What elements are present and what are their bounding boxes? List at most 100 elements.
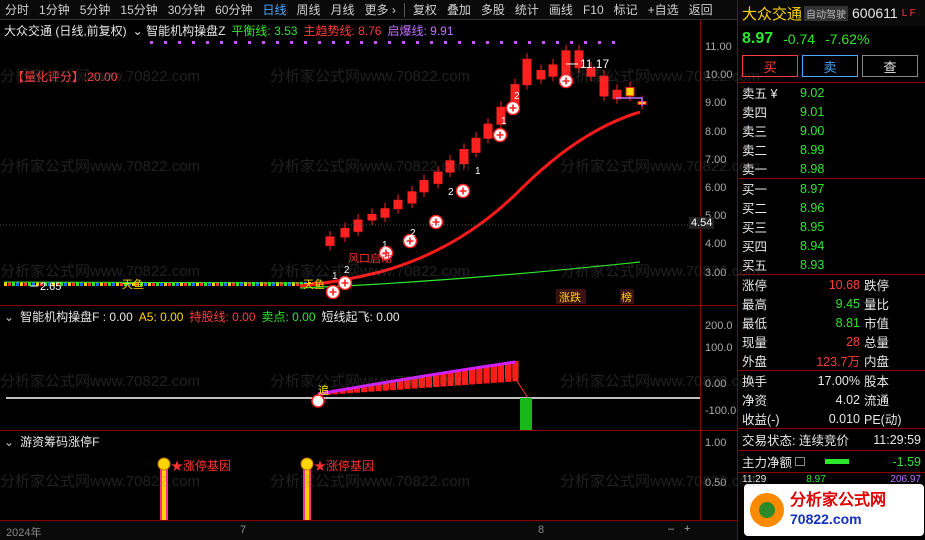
candle-body — [419, 180, 429, 193]
bang-label: 榜 — [621, 290, 632, 304]
sell-row[interactable]: 卖一 8.98 — [738, 159, 925, 178]
buy-row[interactable]: 买二 8.96 — [738, 198, 925, 217]
zoom-out-icon[interactable]: – — [668, 523, 674, 535]
candle-body — [407, 191, 417, 204]
candle-body — [471, 137, 481, 153]
sell-row[interactable]: 卖三 9.00 — [738, 121, 925, 140]
buy-price: 8.96 — [800, 200, 825, 215]
sell-label: 卖四 — [742, 106, 768, 120]
sub1-maidian-value: 卖点: 0.00 — [261, 310, 316, 324]
zoom-in-icon[interactable]: + — [684, 523, 690, 535]
query-button[interactable]: 查 — [862, 55, 918, 77]
sub1-a5-value: A5: 0.00 — [138, 309, 184, 324]
buy-label: 买四 — [742, 240, 768, 254]
stat-label-right: 市值 — [864, 317, 890, 331]
sell-row[interactable]: 卖四 9.01 — [738, 102, 925, 121]
qibao-dot — [192, 41, 195, 44]
toolbar-item[interactable]: 60分钟 — [210, 0, 257, 20]
sell-row[interactable]: 卖二 8.99 — [738, 140, 925, 159]
buy-row[interactable]: 买五 8.93 — [738, 255, 925, 274]
candle-body — [625, 86, 635, 97]
toolbar-item[interactable]: 复权 — [408, 0, 442, 20]
price-axis-label: 10.00 — [705, 69, 733, 82]
qibao-dot — [612, 41, 615, 44]
toolbar-item[interactable]: 1分钟 — [34, 0, 75, 20]
toolbar-item[interactable]: 月线 — [326, 0, 360, 20]
sub2-selector[interactable]: ⌄ — [4, 435, 14, 449]
main-fund-value: -1.59 — [892, 454, 922, 469]
candle-body — [536, 70, 546, 80]
stats-block-2: 换手 17.00% 股本 净资 4.02 流通 收益(-) 0.010 PE(动) — [738, 370, 925, 428]
kline-svg[interactable]: 11.172.65风口启动天鱼 天鱼涨跌 榜12122112 — [0, 20, 700, 305]
stat-value: 8.81 — [835, 315, 860, 330]
sub-axis-label: 0.00 — [705, 378, 727, 390]
toolbar-item[interactable]: 返回 — [684, 0, 718, 20]
buy-label: 买二 — [742, 202, 768, 216]
sub1-selector[interactable]: ⌄ — [4, 310, 14, 324]
crosshair-price-tag: 4.54 — [689, 217, 715, 229]
buy-row[interactable]: 买一 8.97 — [738, 179, 925, 198]
toolbar-item[interactable]: 15分钟 — [115, 0, 162, 20]
toolbar-item[interactable]: 多股 — [476, 0, 510, 20]
toolbar-item[interactable]: 5分钟 — [75, 0, 116, 20]
qibao-dot — [262, 41, 265, 44]
stat-label-right: 总量 — [864, 336, 890, 350]
buy-price: 8.93 — [800, 257, 825, 272]
sub1-chigu-value: 持股线: 0.00 — [189, 310, 256, 324]
sell-label: 卖三 — [742, 125, 768, 139]
sell-price: 8.98 — [800, 161, 825, 176]
flat-candle — [20, 282, 23, 286]
trade-time: 11:29:59 — [873, 432, 921, 447]
buy-price: 8.94 — [800, 238, 825, 253]
main-kline-chart[interactable]: 11.17 2.65 风口启动 天鱼 天鱼 涨跌榜 1 2 1 2 2 1 1 2 大众交通 (日线,前复… — [0, 20, 737, 305]
toolbar-item[interactable]: 画线 — [544, 0, 578, 20]
quant-score: 【量化评分】:20.00 — [12, 70, 118, 84]
toolbar-item[interactable]: 叠加 — [442, 0, 476, 20]
toolbar-item[interactable]: 分时 — [0, 0, 34, 20]
toolbar-item[interactable]: F10 — [578, 0, 609, 20]
candle-body — [393, 199, 403, 210]
qibao-dot — [598, 41, 601, 44]
stat-value: 17.00% — [817, 373, 860, 388]
sub-chart-1[interactable]: 追 ⌄ 智能机构操盘F : 0.00 A5: 0.00 持股线: 0.00 卖点… — [0, 305, 737, 431]
buy-row[interactable]: 买三 8.95 — [738, 217, 925, 236]
stat-row: 换手 17.00% 股本 — [738, 371, 925, 390]
fund-detail-icon[interactable] — [795, 457, 806, 466]
price-change: -0.74 — [783, 31, 816, 47]
toolbar-item[interactable]: 周线 — [291, 0, 325, 20]
qibao-dot — [304, 41, 307, 44]
qibao-dot — [206, 41, 209, 44]
trade-state-row: 交易状态: 连续竞价 11:29:59 — [738, 428, 925, 450]
toolbar-item[interactable]: 30分钟 — [163, 0, 210, 20]
buy-row[interactable]: 买四 8.94 — [738, 236, 925, 255]
qibao-dot — [416, 41, 419, 44]
zhangting-gene-label: ★涨停基因 — [171, 458, 231, 473]
momentum-bar-red — [505, 362, 512, 382]
buy-label: 买一 — [742, 183, 768, 197]
sell-button[interactable]: 卖 — [802, 55, 858, 77]
flat-candle — [24, 282, 27, 286]
sell-row[interactable]: 卖五 ¥ 9.02 — [738, 83, 925, 102]
concept-tag[interactable]: 自动驾驶 — [804, 5, 849, 21]
time-axis: 2024年 7 8 – + — [0, 520, 737, 540]
qibao-dot — [234, 41, 237, 44]
toolbar-item[interactable]: 日线 — [257, 0, 291, 20]
stat-row: 收益(-) 0.010 PE(动) — [738, 409, 925, 428]
stat-value: 9.45 — [835, 296, 860, 311]
candle-body — [433, 171, 443, 184]
period-toolbar: 分时 1分钟 5分钟 15分钟 30分钟 60分钟 日线 周线 月线 更多 › 复权 叠加 多股 统计 画线… — [0, 0, 737, 20]
toolbar-item[interactable]: 统计 — [510, 0, 544, 20]
indicator-selector[interactable]: ⌄ 智能机构操盘Z — [133, 22, 226, 39]
toolbar-item[interactable]: 更多 › — [360, 0, 401, 20]
qibao-dot — [164, 41, 167, 44]
price-axis-label: 8.00 — [705, 125, 727, 138]
sub-chart-2[interactable]: ★涨停基因 ★涨停基因 ⌄ 游资筹码涨停F — [0, 430, 737, 521]
flat-candle — [12, 282, 15, 286]
toolbar-item[interactable]: 标记 — [609, 0, 643, 20]
zhangting-bar-core — [162, 469, 166, 521]
zhui-label: 追 — [318, 383, 329, 397]
buy-button[interactable]: 买 — [742, 55, 798, 77]
qibao-dot — [500, 41, 503, 44]
toolbar-item[interactable]: +自选 — [643, 0, 684, 20]
time-label-year: 2024年 — [6, 527, 42, 539]
